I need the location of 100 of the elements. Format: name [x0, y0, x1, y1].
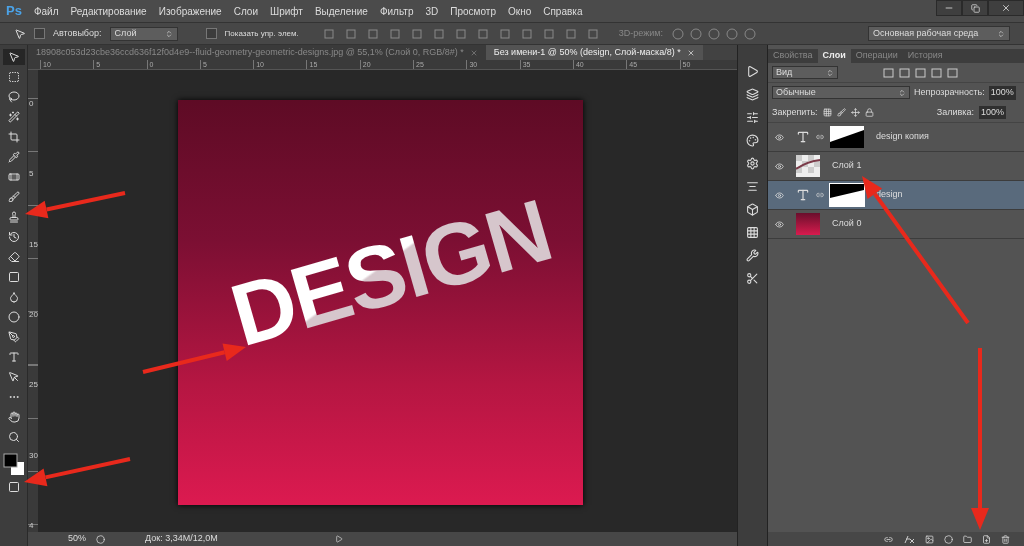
- layer-name: design копия: [876, 130, 929, 144]
- workspace-select[interactable]: Основная рабочая среда: [868, 26, 1010, 41]
- auto-select-label: Автовыбор:: [53, 26, 102, 40]
- mask-icon[interactable]: [925, 534, 934, 544]
- fill-label: Заливка:: [936, 105, 974, 119]
- ruler-label: 0: [28, 100, 35, 108]
- panel-dock-icon[interactable]: [746, 180, 759, 193]
- menu-item[interactable]: Справка: [537, 3, 589, 19]
- layer-select[interactable]: Слой: [109, 26, 178, 41]
- lock-paint-icon[interactable]: [836, 107, 846, 117]
- visibility-icon[interactable]: [774, 132, 784, 142]
- lock-icon[interactable]: [864, 107, 874, 117]
- ruler-label: 30: [28, 451, 38, 460]
- tool-icon: [7, 91, 20, 103]
- document-tab[interactable]: Без имени-1 @ 50% (design, Слой-маска/8) *: [485, 45, 703, 60]
- visibility-icon[interactable]: [774, 161, 784, 171]
- tool-icon: [7, 151, 20, 163]
- lock-position-icon[interactable]: [850, 107, 860, 117]
- panel-dock-icon[interactable]: [746, 272, 759, 285]
- menu-item[interactable]: Окно: [502, 3, 538, 19]
- visibility-icon[interactable]: [774, 190, 784, 200]
- tool-icon: [7, 211, 20, 223]
- layer-thumbnail: [796, 155, 820, 177]
- layer-mask-thumbnail: [830, 184, 864, 206]
- layer-name: Слой 0: [832, 217, 862, 231]
- tool-icon: [7, 231, 20, 243]
- ruler-label: 25: [28, 381, 38, 390]
- menu-item[interactable]: Файл: [27, 3, 65, 19]
- tool-icon: [7, 431, 20, 443]
- play-icon[interactable]: [335, 535, 343, 543]
- lock-label: Закрепить:: [772, 105, 818, 119]
- panel-dock-icon[interactable]: [746, 203, 759, 216]
- layer-row[interactable]: Слой 0: [768, 210, 1024, 239]
- tool-icon: [7, 191, 20, 203]
- blend-mode-select[interactable]: Обычные: [772, 86, 910, 100]
- menu-item[interactable]: 3D: [419, 3, 445, 19]
- folder-icon[interactable]: [963, 534, 972, 544]
- panel-dock-icon[interactable]: [746, 65, 759, 78]
- restore-button[interactable]: [962, 0, 988, 16]
- panel-tab[interactable]: Слои: [817, 49, 851, 63]
- fx-icon[interactable]: [903, 534, 915, 544]
- tool-icon: [7, 271, 20, 283]
- close-icon: [1001, 3, 1011, 13]
- app-logo: Ps: [5, 2, 23, 21]
- show-transform-label: Показать упр. элем.: [224, 27, 299, 40]
- panel-dock-icon[interactable]: [746, 249, 759, 262]
- tool-icon: [7, 71, 20, 83]
- menu-item[interactable]: Слои: [227, 3, 264, 19]
- tool-icon: [7, 51, 20, 63]
- tool-icon: [7, 311, 20, 323]
- panel-dock-icon[interactable]: [746, 111, 759, 124]
- menu-item[interactable]: Шрифт: [264, 3, 309, 19]
- tool-icon: [7, 411, 20, 423]
- close-button[interactable]: [988, 0, 1024, 16]
- ruler-label: 4: [28, 521, 35, 530]
- checkbox[interactable]: [205, 28, 217, 39]
- opacity-field[interactable]: 100%: [988, 86, 1016, 100]
- tool-icon: [7, 171, 20, 183]
- ruler-label: 15: [28, 240, 38, 249]
- ruler-label: 20: [28, 311, 38, 319]
- layer-row[interactable]: design копия: [768, 123, 1024, 152]
- move-tool-icon[interactable]: [14, 27, 26, 40]
- menu-item[interactable]: Просмотр: [444, 3, 502, 19]
- visibility-icon[interactable]: [774, 219, 784, 229]
- tool-button[interactable]: [2, 49, 25, 65]
- panel-dock-icon[interactable]: [746, 88, 759, 101]
- panel-dock-icon[interactable]: [746, 134, 759, 147]
- tool-icon: [7, 331, 20, 343]
- restore-icon: [970, 3, 980, 13]
- adjustment-icon[interactable]: [944, 534, 953, 544]
- menu-item[interactable]: Фильтр: [373, 3, 420, 19]
- status-icon[interactable]: [96, 534, 105, 544]
- fill-field[interactable]: 100%: [978, 105, 1006, 119]
- panel-dock-icon[interactable]: [746, 226, 759, 239]
- quick-mask-icon[interactable]: [7, 481, 20, 493]
- panel-dock-icon[interactable]: [746, 157, 759, 170]
- filter-select[interactable]: Вид: [772, 66, 838, 79]
- tool-icon: [7, 111, 20, 123]
- dropdown-icon: [898, 88, 906, 97]
- text-layer-icon: [796, 188, 810, 202]
- trash-icon[interactable]: [1001, 534, 1010, 544]
- minimize-button[interactable]: [936, 0, 962, 16]
- new-layer-icon[interactable]: [982, 534, 991, 544]
- zoom-level: 50%: [68, 532, 86, 546]
- menu-item[interactable]: Выделение: [308, 3, 374, 19]
- menu-item[interactable]: Изображение: [152, 3, 228, 19]
- tool-icon: [7, 251, 20, 263]
- tool-icon: [7, 291, 20, 303]
- lock-pixels-icon[interactable]: [822, 107, 832, 117]
- opacity-label: Непрозрачность:: [914, 86, 985, 99]
- close-icon[interactable]: [686, 48, 695, 57]
- dropdown-icon: [826, 68, 834, 77]
- 3d-mode-label: 3D-режим:: [618, 26, 663, 40]
- dropdown-icon: [164, 29, 173, 38]
- menu-item[interactable]: Редактирование: [64, 3, 153, 19]
- link-icon[interactable]: [884, 534, 893, 544]
- tool-icon: [7, 371, 20, 383]
- checkbox[interactable]: [34, 28, 45, 39]
- link-icon: [816, 191, 824, 199]
- color-swatches-icon[interactable]: [1, 451, 26, 477]
